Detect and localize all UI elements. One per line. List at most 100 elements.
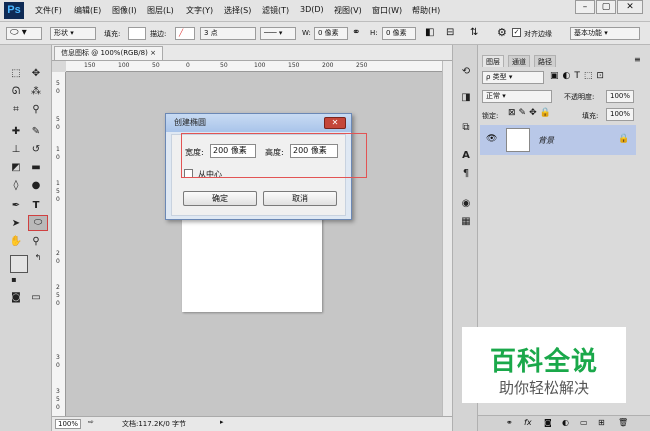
marquee-tool-icon[interactable]: ⬚ <box>8 67 24 81</box>
color-panel-icon[interactable]: ◉ <box>458 197 474 211</box>
link-icon[interactable]: ⚭ <box>352 27 360 38</box>
adjustment-layer-icon[interactable]: ◐ <box>562 418 569 427</box>
type-tool-icon[interactable]: T <box>28 199 44 213</box>
vertical-ruler: 5 0 5 0 1 0 1 5 0 2 0 2 5 0 3 0 3 5 0 <box>52 72 66 416</box>
tab-layers[interactable]: 图层 <box>482 55 504 67</box>
ruler-tick-label: 2 <box>56 284 60 291</box>
clone-stamp-tool-icon[interactable]: ⊥ <box>8 143 24 157</box>
screen-mode-icon[interactable]: ▭ <box>28 291 44 305</box>
menu-select[interactable]: 选择(S) <box>224 5 251 16</box>
opacity-label: 不透明度: <box>564 93 595 101</box>
brush-tool-icon[interactable]: ✎ <box>28 125 44 139</box>
ruler-tick-label: 5 <box>56 188 60 195</box>
document-tab[interactable]: 信息图标 @ 100%(RGB/8) × <box>54 46 163 60</box>
menu-type[interactable]: 文字(Y) <box>186 5 213 16</box>
blend-mode-select[interactable]: 正常 ▾ <box>482 90 552 103</box>
new-group-icon[interactable]: ▭ <box>580 418 588 427</box>
menu-edit[interactable]: 编辑(E) <box>74 5 101 16</box>
shape-mode-select[interactable]: 形状 ▾ <box>50 27 96 40</box>
ok-button[interactable]: 确定 <box>183 191 257 206</box>
lock-icons[interactable]: ⊠✎✥🔒 <box>508 108 554 118</box>
dialog-close-button[interactable]: ✕ <box>324 117 346 129</box>
minimize-button[interactable]: – <box>575 0 595 14</box>
zoom-tool-icon[interactable]: ⚲ <box>28 235 44 249</box>
swap-colors-icon[interactable]: ↰ <box>30 251 46 265</box>
paragraph-panel-icon[interactable]: ¶ <box>458 167 474 181</box>
stroke-type-select[interactable]: ─── ▾ <box>260 27 296 40</box>
tab-paths[interactable]: 路径 <box>534 55 556 67</box>
eyedropper-tool-icon[interactable]: ⚲ <box>28 103 44 117</box>
blur-tool-icon[interactable]: ◊ <box>8 179 24 193</box>
width-input[interactable]: 0 像素 <box>314 27 348 40</box>
zoom-level[interactable]: 100% <box>55 419 82 429</box>
menu-help[interactable]: 帮助(H) <box>412 5 440 16</box>
layer-filter-select[interactable]: ρ 类型 ▾ <box>482 71 544 84</box>
restore-button[interactable]: ▢ <box>596 0 616 14</box>
ruler-tick-label: 0 <box>56 196 60 203</box>
eye-visibility-icon[interactable]: 👁 <box>486 134 497 144</box>
align-edges-checkbox[interactable]: ✓ <box>512 28 521 37</box>
hand-tool-icon[interactable]: ✋ <box>8 235 24 249</box>
swatches-panel-icon[interactable]: ▦ <box>458 215 474 229</box>
close-window-button[interactable]: ✕ <box>617 0 643 14</box>
history-panel-icon[interactable]: ⟲ <box>458 65 474 79</box>
menu-image[interactable]: 图像(I) <box>112 5 137 16</box>
gradient-tool-icon[interactable]: ▬ <box>28 161 44 175</box>
lasso-tool-icon[interactable]: ᘏ <box>8 85 24 99</box>
menu-filter[interactable]: 滤镜(T) <box>262 5 289 16</box>
healing-brush-tool-icon[interactable]: ✚ <box>8 125 24 139</box>
gear-icon[interactable]: ⚙ <box>497 26 507 39</box>
dodge-tool-icon[interactable]: ● <box>28 179 44 193</box>
pen-tool-icon[interactable]: ✒ <box>8 199 24 213</box>
adjustments-panel-icon[interactable]: ◨ <box>458 91 474 105</box>
menu-3d[interactable]: 3D(D) <box>300 5 324 14</box>
foreground-color-swatch[interactable] <box>10 255 28 273</box>
ruler-tick-label: 0 <box>56 88 60 95</box>
move-tool-icon[interactable]: ✥ <box>28 67 44 81</box>
quick-mask-icon[interactable]: ◙ <box>8 291 24 305</box>
height-input[interactable]: 0 像素 <box>382 27 416 40</box>
character-panel-icon[interactable]: A <box>458 149 474 163</box>
workspace-select[interactable]: 基本功能 ▾ <box>570 27 640 40</box>
ruler-tick-label: 1 <box>56 180 60 187</box>
fill-input[interactable]: 100% <box>606 108 634 121</box>
vertical-scrollbar[interactable] <box>442 61 452 416</box>
path-operations-icon[interactable]: ◧ <box>425 27 434 38</box>
fill-label-panel: 填充: <box>582 112 599 120</box>
clone-source-panel-icon[interactable]: ⧉ <box>458 121 474 135</box>
ruler-tick-label: 100 <box>118 62 130 69</box>
menu-layer[interactable]: 图层(L) <box>147 5 174 16</box>
path-arrangement-icon[interactable]: ⇅ <box>470 27 478 38</box>
status-menu-arrow-icon[interactable]: ▸ <box>220 418 224 426</box>
menu-file[interactable]: 文件(F) <box>35 5 62 16</box>
menu-window[interactable]: 窗口(W) <box>372 5 402 16</box>
path-alignment-icon[interactable]: ⊟ <box>446 27 454 38</box>
tab-channels[interactable]: 通道 <box>508 55 530 67</box>
new-layer-icon[interactable]: ⊞ <box>598 418 605 427</box>
ruler-tick-label: 50 <box>152 62 160 69</box>
magic-wand-tool-icon[interactable]: ⁂ <box>28 85 44 99</box>
ellipse-tool-icon[interactable]: ⬭ <box>28 215 48 231</box>
status-share-icon[interactable]: ⇨ <box>88 418 94 426</box>
eraser-tool-icon[interactable]: ◩ <box>8 161 24 175</box>
layer-row-background[interactable]: 👁 背景 🔒 <box>480 125 636 155</box>
crop-tool-icon[interactable]: ⌗ <box>8 103 24 117</box>
link-layers-icon[interactable]: ⚭ <box>506 418 513 427</box>
delete-layer-icon[interactable]: 🗑 <box>618 418 628 427</box>
path-selection-tool-icon[interactable]: ➤ <box>8 217 24 231</box>
filter-icons[interactable]: ▣◐T⬚⊡ <box>550 71 608 81</box>
panel-menu-icon[interactable]: ≡ <box>634 55 641 64</box>
default-colors-icon[interactable]: ▪ <box>6 273 22 287</box>
ellipse-tool-preset-icon[interactable]: ⬭ ▾ <box>6 27 42 40</box>
layer-mask-icon[interactable]: ◙ <box>544 418 552 427</box>
layer-name[interactable]: 背景 <box>538 135 554 146</box>
menu-view[interactable]: 视图(V) <box>334 5 362 16</box>
stroke-size-input[interactable]: 3 点 <box>200 27 256 40</box>
fill-swatch[interactable] <box>128 27 146 40</box>
close-tab-icon[interactable]: × <box>150 49 156 57</box>
layer-style-icon[interactable]: fx <box>524 418 532 427</box>
stroke-swatch[interactable]: ╱ <box>175 27 195 40</box>
history-brush-tool-icon[interactable]: ↺ <box>28 143 44 157</box>
cancel-button[interactable]: 取消 <box>263 191 337 206</box>
opacity-input[interactable]: 100% <box>606 90 634 103</box>
